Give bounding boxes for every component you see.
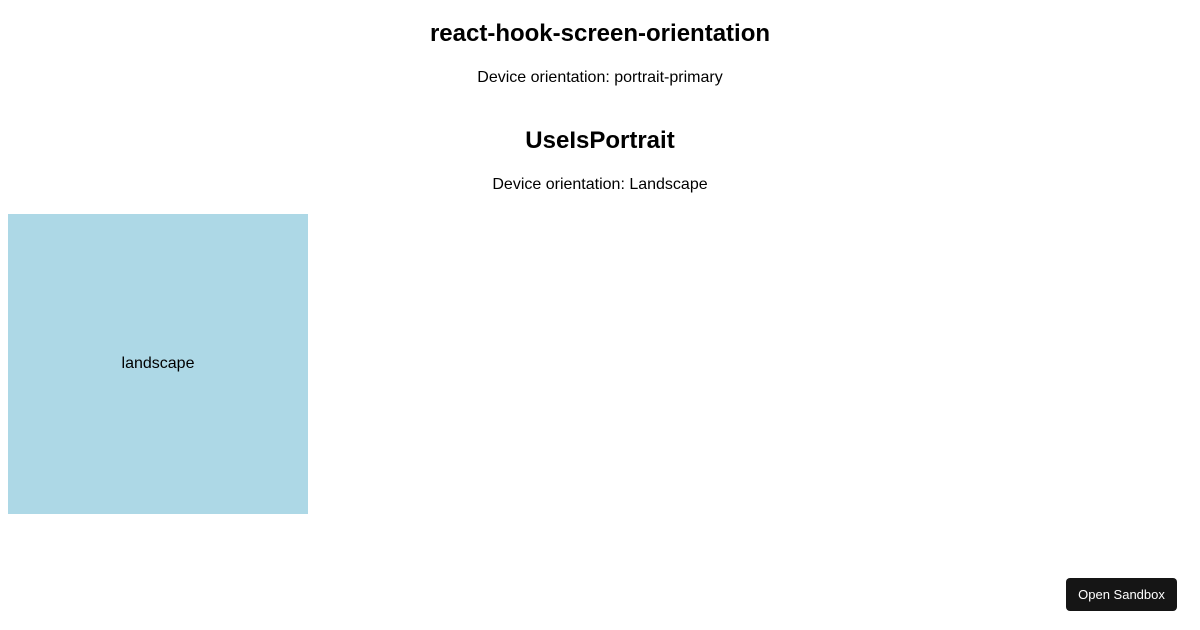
device-orientation-text: Device orientation: portrait-primary bbox=[477, 69, 723, 86]
orientation-box-label: landscape bbox=[121, 355, 195, 372]
demo-page: react-hook-screen-orientation Device ori… bbox=[0, 0, 1200, 630]
page-title: react-hook-screen-orientation bbox=[429, 20, 771, 47]
portrait-orientation-text: Device orientation: Landscape bbox=[492, 176, 708, 193]
section-title: UseIsPortrait bbox=[525, 127, 675, 154]
open-sandbox-button[interactable]: Open Sandbox bbox=[1066, 578, 1177, 611]
orientation-box: landscape bbox=[8, 214, 308, 514]
